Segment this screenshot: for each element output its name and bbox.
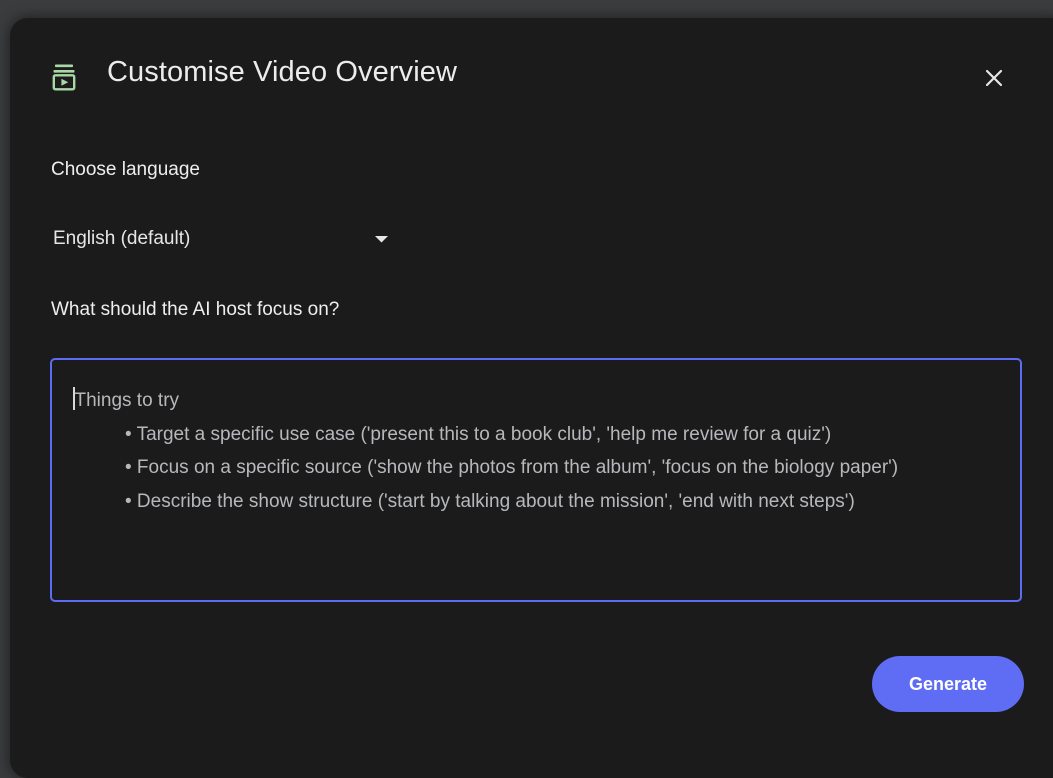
customise-video-dialog: Customise Video Overview Choose language… (10, 18, 1053, 778)
placeholder-item: • Describe the show structure ('start by… (125, 490, 855, 512)
placeholder-text: Things to try • Target a specific use ca… (73, 384, 1003, 518)
language-select[interactable]: English (default) (53, 224, 393, 254)
placeholder-item: • Target a specific use case ('present t… (125, 423, 832, 445)
dropdown-arrow-icon (375, 236, 388, 243)
close-button[interactable] (978, 62, 1010, 94)
close-icon (985, 69, 1003, 87)
placeholder-heading: Things to try (73, 384, 1003, 418)
video-overview-icon (52, 64, 76, 91)
generate-button[interactable]: Generate (872, 656, 1024, 712)
language-selected-value: English (default) (53, 228, 191, 249)
language-label: Choose language (51, 159, 200, 180)
placeholder-item: • Focus on a specific source ('show the … (125, 457, 899, 478)
dialog-title: Customise Video Overview (107, 56, 458, 88)
focus-prompt-textarea[interactable]: Things to try • Target a specific use ca… (50, 358, 1022, 602)
focus-label: What should the AI host focus on? (51, 299, 340, 320)
